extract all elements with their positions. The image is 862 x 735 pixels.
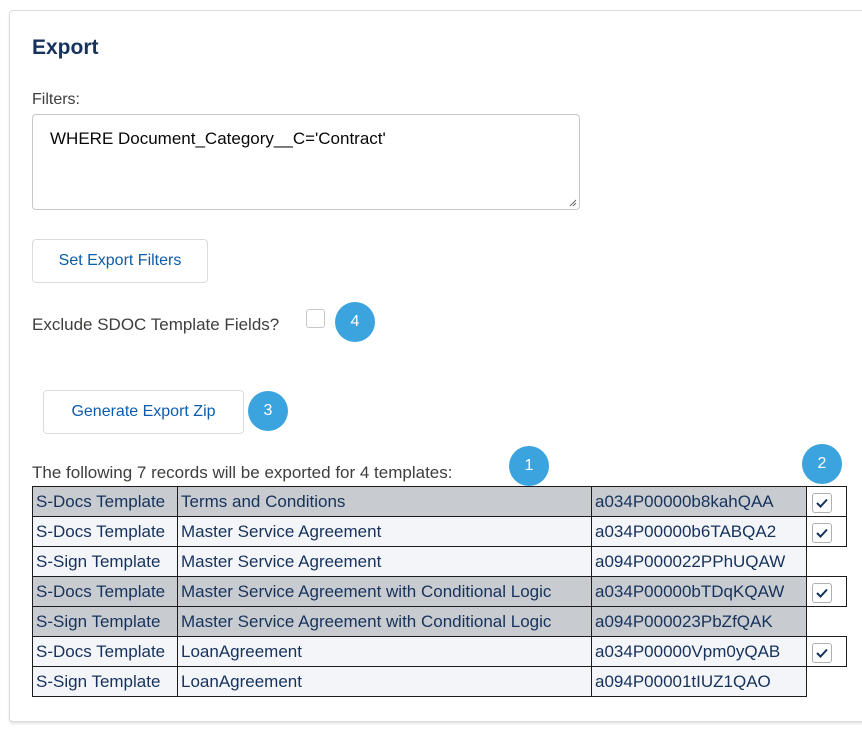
record-id-cell: a034P00000bTDqKQAW <box>591 576 807 607</box>
record-type-cell: S-Sign Template <box>32 666 178 697</box>
generate-export-zip-button[interactable]: Generate Export Zip <box>43 390 244 434</box>
table-row: S-Docs Template Master Service Agreement … <box>32 576 847 607</box>
checkmark-icon <box>816 588 828 598</box>
filters-label: Filters: <box>32 91 80 108</box>
include-cell <box>807 667 847 697</box>
record-id-cell: a034P00000b6TABQA2 <box>591 516 807 547</box>
record-id-cell: a034P00000Vpm0yQAB <box>591 636 807 667</box>
record-id-cell: a094P000022PPhUQAW <box>591 546 807 577</box>
record-id-cell: a034P00000b8kahQAA <box>591 486 807 517</box>
record-type-cell: S-Docs Template <box>32 576 178 607</box>
record-type-cell: S-Sign Template <box>32 606 178 637</box>
exclude-sdoc-fields-checkbox[interactable] <box>306 309 325 328</box>
include-cell <box>807 607 847 637</box>
filters-value: WHERE Document_Category__C='Contract' <box>50 129 386 148</box>
include-checkbox[interactable] <box>812 523 832 543</box>
record-id-cell: a094P00001tIUZ1QAO <box>591 666 807 697</box>
checkmark-icon <box>816 498 828 508</box>
table-row: S-Docs Template LoanAgreement a034P00000Vp… <box>32 636 847 667</box>
exclude-sdoc-fields-label: Exclude SDOC Template Fields? <box>32 315 280 334</box>
include-checkbox[interactable] <box>812 493 832 513</box>
template-name-cell: Master Service Agreement <box>177 546 592 577</box>
template-name-cell: Master Service Agreement with Conditiona… <box>177 606 592 637</box>
callout-badge-3: 3 <box>248 391 288 431</box>
checkmark-icon <box>816 528 828 538</box>
table-row: S-Docs Template Terms and Conditions a034P… <box>32 486 847 517</box>
record-type-cell: S-Docs Template <box>32 516 178 547</box>
table-row: S-Sign Template Master Service Agreement … <box>32 606 847 637</box>
page-title: Export <box>32 36 99 59</box>
record-type-cell: S-Docs Template <box>32 486 178 517</box>
table-row: S-Sign Template LoanAgreement a094P00001tI… <box>32 666 847 697</box>
include-checkbox[interactable] <box>812 643 832 663</box>
filters-textarea[interactable]: WHERE Document_Category__C='Contract' <box>32 114 580 210</box>
include-cell <box>806 516 847 547</box>
records-table: S-Docs Template Terms and Conditions a034P… <box>32 486 847 697</box>
template-name-cell: LoanAgreement <box>177 666 592 697</box>
include-cell <box>806 486 847 517</box>
checkmark-icon <box>816 648 828 658</box>
export-summary: The following 7 records will be exported… <box>32 463 453 482</box>
template-name-cell: Master Service Agreement with Conditiona… <box>177 576 592 607</box>
callout-badge-4: 4 <box>335 302 375 342</box>
include-checkbox[interactable] <box>812 583 832 603</box>
template-name-cell: LoanAgreement <box>177 636 592 667</box>
set-export-filters-button[interactable]: Set Export Filters <box>32 239 208 283</box>
callout-badge-1: 1 <box>509 446 549 486</box>
template-name-cell: Terms and Conditions <box>177 486 592 517</box>
resize-grip-icon[interactable] <box>569 199 577 207</box>
include-cell <box>806 576 847 607</box>
record-id-cell: a094P000023PbZfQAK <box>591 606 807 637</box>
table-row: S-Sign Template Master Service Agreement a… <box>32 546 847 577</box>
record-type-cell: S-Sign Template <box>32 546 178 577</box>
callout-badge-2: 2 <box>802 444 842 484</box>
record-type-cell: S-Docs Template <box>32 636 178 667</box>
include-cell <box>806 636 847 667</box>
include-cell <box>807 547 847 577</box>
table-row: S-Docs Template Master Service Agreement a… <box>32 516 847 547</box>
template-name-cell: Master Service Agreement <box>177 516 592 547</box>
